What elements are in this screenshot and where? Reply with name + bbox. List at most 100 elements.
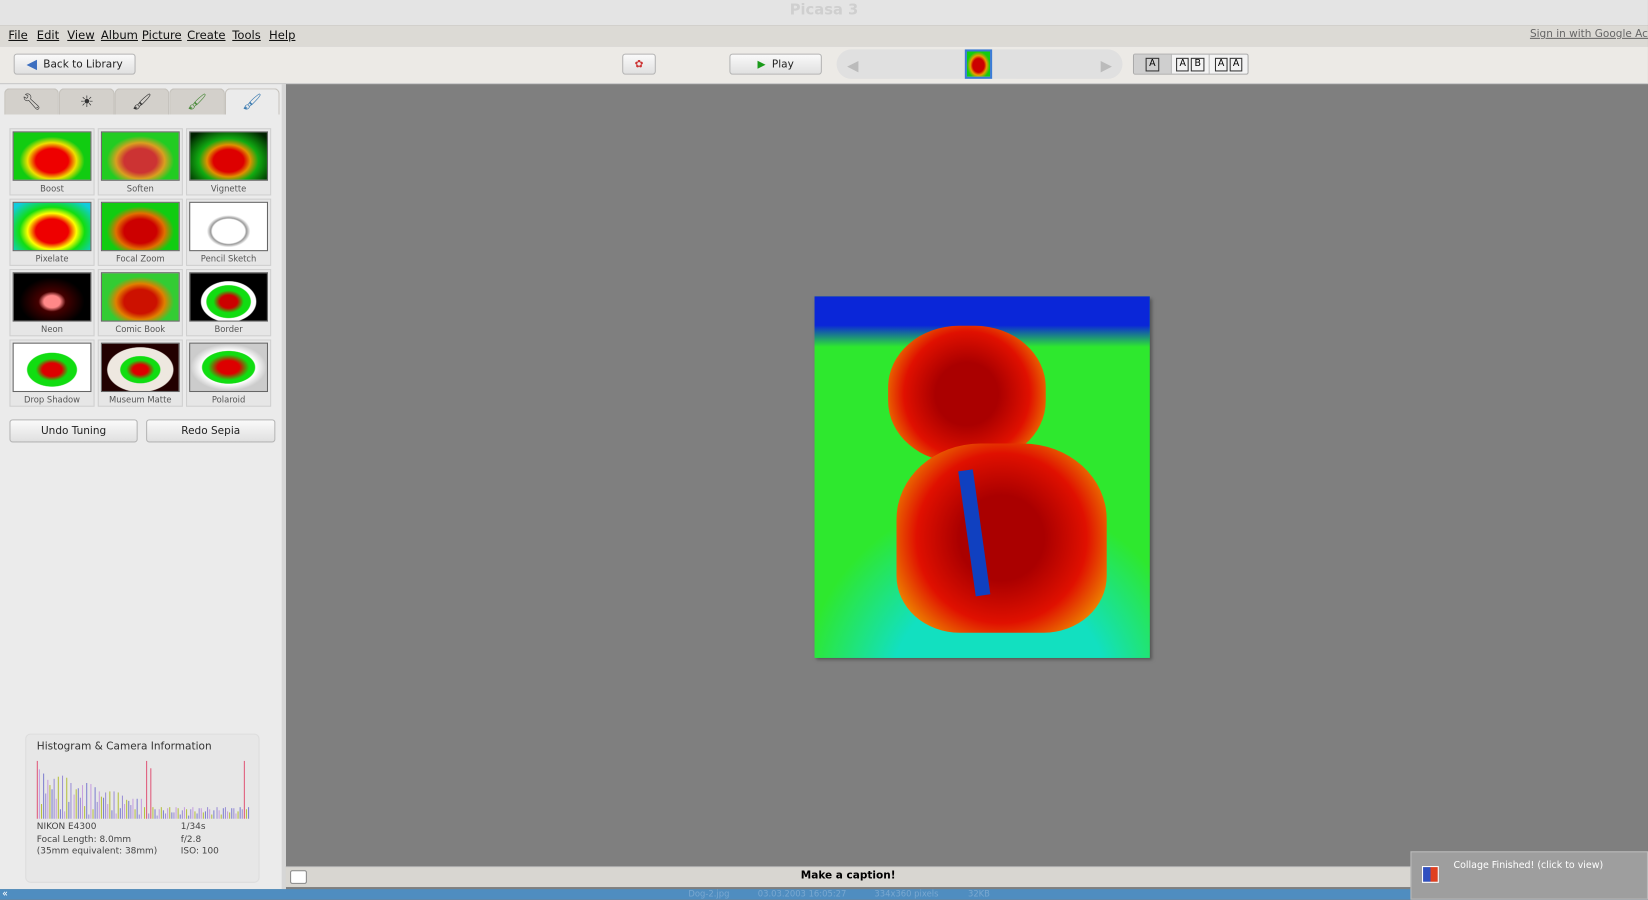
exposure-info: 1/34sf/2.8ISO: 100	[181, 822, 219, 858]
sun-icon: ☀	[80, 92, 94, 111]
effect-focal-zoom[interactable]: Focal Zoom	[98, 199, 183, 266]
menu-view[interactable]: View	[67, 28, 94, 42]
back-to-library-button[interactable]: ◀ Back to Library	[14, 54, 136, 75]
photo-dog-body	[897, 444, 1107, 633]
histogram-bar	[171, 812, 172, 818]
effect-museum-matte[interactable]: Museum Matte	[98, 339, 183, 406]
effect-label: Drop Shadow	[24, 395, 80, 404]
histogram-bar	[161, 807, 162, 818]
histogram-bar	[199, 808, 200, 819]
menu-file[interactable]: File	[8, 28, 27, 42]
histogram-bar	[222, 809, 223, 819]
histogram-bar	[118, 793, 119, 819]
histogram-bar	[188, 815, 189, 819]
histogram-bar	[129, 801, 130, 819]
histogram-bar	[216, 807, 217, 819]
sign-in-link[interactable]: Sign in with Google Ac	[1530, 28, 1648, 40]
histogram-bar	[190, 809, 191, 819]
back-label: Back to Library	[43, 58, 122, 70]
wrench-icon: 🔧︎	[22, 92, 42, 111]
histogram-bar	[79, 797, 80, 818]
effect-polaroid[interactable]: Polaroid	[186, 339, 271, 406]
redo-sepia-button[interactable]: Redo Sepia	[146, 419, 275, 442]
tab-effects-3[interactable]: 🖌︎	[225, 88, 280, 114]
status-date: 03.03.2003 16:05:27	[758, 889, 847, 900]
caption-bar[interactable]: Make a caption!	[286, 866, 1411, 887]
menu-tools[interactable]: Tools	[232, 28, 260, 42]
histogram-bar	[186, 810, 187, 819]
histogram-bar	[47, 780, 48, 818]
current-thumbnail[interactable]	[965, 49, 992, 78]
play-icon: ▶	[757, 58, 765, 70]
histogram-bar	[197, 813, 198, 819]
menu-edit[interactable]: Edit	[37, 28, 59, 42]
effect-pencil-sketch[interactable]: Pencil Sketch	[186, 199, 271, 266]
effect-preview	[101, 343, 180, 392]
menu-album[interactable]: Album	[101, 28, 138, 42]
menu-help[interactable]: Help	[269, 28, 295, 42]
effect-preview	[101, 272, 180, 321]
histogram-bar	[114, 791, 115, 819]
play-button[interactable]: ▶ Play	[729, 54, 821, 75]
histogram-bar	[225, 807, 226, 818]
status-bar: « Dog-2.jpg 03.03.2003 16:05:27 334x360 …	[0, 889, 1648, 900]
tab-basic-fixes[interactable]: 🔧︎	[4, 88, 59, 114]
histogram-bar	[210, 809, 211, 819]
histogram-bar	[69, 802, 70, 819]
histogram-bar	[229, 813, 230, 819]
histogram-bar	[65, 811, 66, 818]
histogram-bar	[62, 776, 63, 819]
tab-effects-2[interactable]: 🖌︎	[169, 88, 224, 114]
histogram-bar	[120, 808, 121, 818]
undo-tuning-button[interactable]: Undo Tuning	[9, 419, 137, 442]
histogram-bar	[60, 810, 61, 819]
effect-comic-book[interactable]: Comic Book	[98, 269, 183, 336]
aperture: f/2.8	[181, 834, 219, 846]
effect-label: Pencil Sketch	[201, 254, 257, 263]
effect-preview	[13, 343, 92, 392]
compare-view-button[interactable]: AB	[1172, 55, 1210, 74]
next-arrow-icon[interactable]: ▶	[1101, 58, 1112, 75]
menu-picture[interactable]: Picture	[142, 28, 182, 42]
histogram-bar	[158, 809, 159, 818]
prev-arrow-icon[interactable]: ◀	[847, 58, 858, 75]
effect-label: Neon	[41, 325, 63, 334]
effect-drop-shadow[interactable]: Drop Shadow	[9, 339, 94, 406]
single-view-button[interactable]: A	[1134, 55, 1172, 74]
tab-tuning[interactable]: ☀	[59, 88, 114, 114]
tab-effects[interactable]: 🖌︎	[114, 88, 169, 114]
histogram-bar	[152, 807, 153, 819]
histogram-bar	[84, 806, 85, 819]
photo[interactable]	[815, 296, 1150, 658]
histogram-bar	[143, 808, 144, 819]
histogram-bar	[214, 810, 215, 819]
caption-icon[interactable]	[290, 870, 307, 884]
histogram-bar	[248, 807, 249, 819]
caption-text[interactable]: Make a caption!	[801, 870, 896, 882]
menu-create[interactable]: Create	[187, 28, 225, 42]
effect-label: Boost	[40, 184, 64, 193]
histogram-bar	[56, 799, 57, 819]
histogram-bar	[82, 785, 83, 819]
share-button[interactable]: ✿	[622, 54, 656, 75]
effect-border[interactable]: Border	[186, 269, 271, 336]
effect-soften[interactable]: Soften	[98, 128, 183, 195]
effect-neon[interactable]: Neon	[9, 269, 94, 336]
effect-preview	[101, 202, 180, 251]
before-after-view-button[interactable]: AA	[1210, 55, 1248, 74]
effect-pixelate[interactable]: Pixelate	[9, 199, 94, 266]
histogram-bar	[220, 815, 221, 819]
histogram-bar	[54, 779, 55, 818]
view-mode-group: A AB AA	[1133, 54, 1249, 75]
picasa-icon	[1422, 866, 1439, 883]
effect-preview	[189, 272, 268, 321]
effect-boost[interactable]: Boost	[9, 128, 94, 195]
effect-vignette[interactable]: Vignette	[186, 128, 271, 195]
notification-popup[interactable]: Collage Finished! (click to view)	[1410, 851, 1648, 899]
effect-label: Vignette	[211, 184, 247, 193]
histogram-bar	[137, 798, 138, 818]
effect-preview	[101, 131, 180, 180]
window-title: Picasa 3	[0, 0, 1648, 25]
collapse-icon[interactable]: «	[2, 889, 8, 900]
histogram-title: Histogram & Camera Information	[37, 741, 212, 753]
